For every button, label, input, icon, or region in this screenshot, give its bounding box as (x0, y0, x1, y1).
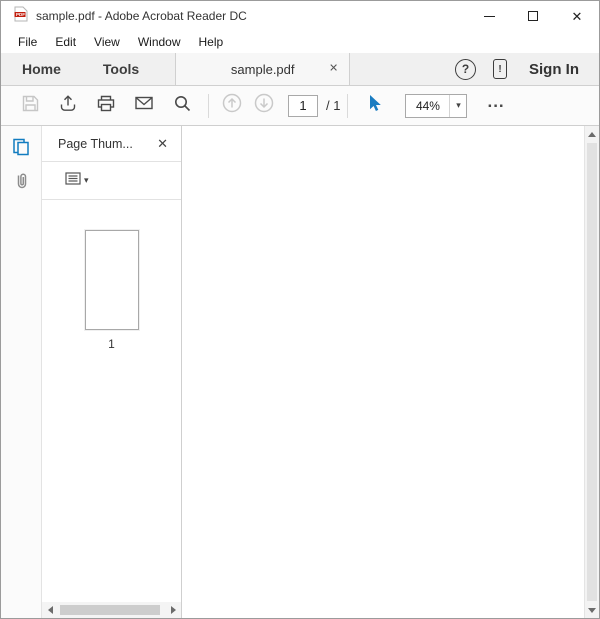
horizontal-scroll-thumb[interactable] (60, 605, 160, 615)
scroll-right-button[interactable] (165, 602, 181, 618)
toolbar-divider (347, 93, 349, 118)
search-icon (173, 94, 192, 118)
page-thumbnail[interactable] (84, 230, 139, 330)
mobile-device-button[interactable]: ! (493, 59, 507, 79)
scroll-left-button[interactable] (42, 602, 58, 618)
tab-gap (160, 53, 175, 85)
menu-file[interactable]: File (9, 31, 46, 53)
page-thumbnails-panel: Page Thum... ✕ ▾ 1 (42, 126, 182, 618)
maximize-button[interactable] (511, 1, 555, 31)
cursor-pointer-icon (365, 93, 383, 118)
zoom-value: 44% (415, 98, 440, 113)
menu-help[interactable]: Help (190, 31, 233, 53)
close-button[interactable]: ✕ (555, 1, 599, 31)
close-icon: ✕ (571, 8, 583, 24)
scroll-up-button[interactable] (585, 126, 599, 142)
menu-edit[interactable]: Edit (46, 31, 85, 53)
menu-window[interactable]: Window (129, 31, 190, 53)
toolbar-divider (208, 93, 209, 118)
navigation-pane-strip (1, 126, 42, 618)
window-title: sample.pdf - Adobe Acrobat Reader DC (36, 9, 247, 23)
share-button[interactable] (49, 87, 87, 125)
arrow-right-icon (170, 606, 176, 614)
chevron-down-icon[interactable]: ▾ (84, 175, 89, 186)
tabbar: Home Tools sample.pdf ✕ ? ! Sign In (1, 53, 599, 86)
chevron-down-icon[interactable]: ▾ (449, 94, 466, 117)
cloud-upload-icon (58, 93, 78, 118)
document-tab-label: sample.pdf (230, 61, 295, 77)
printer-icon (96, 94, 116, 118)
app-window: PDF sample.pdf - Adobe Acrobat Reader DC… (0, 0, 600, 619)
arrow-down-icon (588, 607, 596, 613)
tab-document[interactable]: sample.pdf ✕ (175, 53, 351, 85)
search-button[interactable] (163, 87, 201, 125)
page-number-input[interactable] (288, 94, 318, 117)
titlebar: PDF sample.pdf - Adobe Acrobat Reader DC… (1, 1, 599, 31)
help-button[interactable]: ? (455, 58, 476, 80)
tabbar-spacer (350, 53, 455, 85)
panel-horizontal-scrollbar[interactable] (42, 602, 181, 618)
email-button[interactable] (125, 87, 163, 125)
save-button[interactable] (11, 87, 49, 125)
document-tab-close-icon[interactable]: ✕ (329, 63, 338, 75)
panel-title: Page Thum... (58, 136, 133, 151)
arrow-down-circle-icon (253, 92, 275, 119)
arrow-up-icon (588, 131, 596, 137)
zoom-select[interactable]: 44% ▾ (405, 93, 468, 118)
page-thumbnails-icon (11, 137, 31, 162)
mobile-icon: ! (498, 63, 502, 75)
maximize-icon (528, 11, 538, 21)
save-icon (21, 94, 40, 118)
pdf-file-icon: PDF (14, 6, 28, 27)
previous-page-button[interactable] (216, 87, 248, 125)
next-page-button[interactable] (248, 87, 280, 125)
page-thumbnails-tab[interactable] (1, 132, 41, 166)
tab-home[interactable]: Home (1, 53, 82, 85)
arrow-left-icon (47, 606, 53, 614)
arrow-up-circle-icon (221, 92, 243, 119)
svg-text:PDF: PDF (16, 12, 25, 17)
toolbar: / 1 44% ▾ ... (1, 86, 599, 126)
scroll-down-button[interactable] (585, 602, 599, 618)
menu-view[interactable]: View (85, 31, 129, 53)
help-icon: ? (461, 62, 470, 76)
document-vertical-scrollbar[interactable] (584, 126, 599, 618)
envelope-icon (134, 95, 154, 116)
thumbnail-options-icon[interactable] (65, 171, 81, 190)
panel-options-row: ▾ (42, 162, 181, 200)
minimize-icon (483, 15, 495, 17)
document-canvas[interactable] (182, 126, 584, 618)
tab-tools[interactable]: Tools (82, 53, 160, 85)
attachments-tab[interactable] (1, 166, 41, 200)
menubar: File Edit View Window Help (1, 31, 599, 53)
sign-in-button[interactable]: Sign In (529, 61, 579, 78)
paperclip-icon (12, 171, 31, 196)
page-count-label: / 1 (326, 98, 341, 113)
vertical-scroll-thumb[interactable] (587, 143, 597, 601)
panel-header: Page Thum... ✕ (42, 126, 181, 162)
panel-close-icon[interactable]: ✕ (157, 137, 168, 150)
minimize-button[interactable] (467, 1, 511, 31)
ellipsis-icon: ... (487, 91, 505, 111)
select-tool-button[interactable] (355, 87, 393, 125)
more-tools-button[interactable]: ... (487, 93, 504, 113)
thumbnail-page-number: 1 (108, 337, 115, 351)
print-button[interactable] (87, 87, 125, 125)
